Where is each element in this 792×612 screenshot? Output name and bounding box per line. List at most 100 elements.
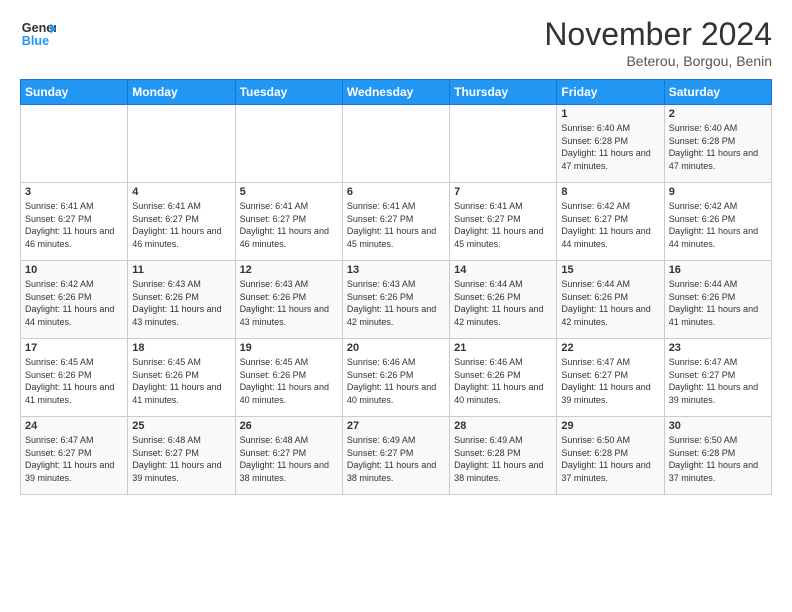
- weekday-header-thursday: Thursday: [450, 80, 557, 105]
- day-info: Sunrise: 6:41 AM Sunset: 6:27 PM Dayligh…: [25, 200, 123, 250]
- day-number: 21: [454, 342, 552, 354]
- day-number: 23: [669, 342, 767, 354]
- week-row-1: 1 Sunrise: 6:40 AM Sunset: 6:28 PM Daylig…: [21, 105, 772, 183]
- day-info: Sunrise: 6:49 AM Sunset: 6:28 PM Dayligh…: [454, 434, 552, 484]
- day-cell: [235, 105, 342, 183]
- day-number: 3: [25, 186, 123, 198]
- day-number: 28: [454, 420, 552, 432]
- day-info: Sunrise: 6:44 AM Sunset: 6:26 PM Dayligh…: [454, 278, 552, 328]
- day-cell: 23 Sunrise: 6:47 AM Sunset: 6:27 PM Dayli…: [664, 339, 771, 417]
- day-info: Sunrise: 6:49 AM Sunset: 6:27 PM Dayligh…: [347, 434, 445, 484]
- day-cell: 16 Sunrise: 6:44 AM Sunset: 6:26 PM Dayli…: [664, 261, 771, 339]
- day-info: Sunrise: 6:45 AM Sunset: 6:26 PM Dayligh…: [240, 356, 338, 406]
- title-block: November 2024 Beterou, Borgou, Benin: [544, 16, 772, 69]
- day-cell: 26 Sunrise: 6:48 AM Sunset: 6:27 PM Dayli…: [235, 417, 342, 495]
- day-cell: 13 Sunrise: 6:43 AM Sunset: 6:26 PM Dayli…: [342, 261, 449, 339]
- day-cell: 22 Sunrise: 6:47 AM Sunset: 6:27 PM Dayli…: [557, 339, 664, 417]
- day-number: 14: [454, 264, 552, 276]
- calendar-page: General Blue November 2024 Beterou, Borg…: [0, 0, 792, 505]
- day-cell: 6Sunrise: 6:41 AM Sunset: 6:27 PM Daylig…: [342, 183, 449, 261]
- day-number: 20: [347, 342, 445, 354]
- day-info: Sunrise: 6:41 AM Sunset: 6:27 PM Dayligh…: [132, 200, 230, 250]
- day-cell: 8 Sunrise: 6:42 AM Sunset: 6:27 PM Daylig…: [557, 183, 664, 261]
- day-cell: [342, 105, 449, 183]
- day-info: Sunrise: 6:41 AM Sunset: 6:27 PM Dayligh…: [454, 200, 552, 250]
- day-number: 7: [454, 186, 552, 198]
- day-cell: [128, 105, 235, 183]
- day-number: 27: [347, 420, 445, 432]
- day-number: 25: [132, 420, 230, 432]
- day-info: Sunrise: 6:48 AM Sunset: 6:27 PM Dayligh…: [240, 434, 338, 484]
- day-info: Sunrise: 6:46 AM Sunset: 6:26 PM Dayligh…: [347, 356, 445, 406]
- day-number: 8: [561, 186, 659, 198]
- day-number: 6: [347, 186, 445, 198]
- weekday-header-saturday: Saturday: [664, 80, 771, 105]
- day-info: Sunrise: 6:44 AM Sunset: 6:26 PM Dayligh…: [561, 278, 659, 328]
- day-cell: 2 Sunrise: 6:40 AM Sunset: 6:28 PM Daylig…: [664, 105, 771, 183]
- day-number: 24: [25, 420, 123, 432]
- day-cell: 19 Sunrise: 6:45 AM Sunset: 6:26 PM Dayli…: [235, 339, 342, 417]
- day-cell: [450, 105, 557, 183]
- day-number: 13: [347, 264, 445, 276]
- day-number: 11: [132, 264, 230, 276]
- day-number: 1: [561, 108, 659, 120]
- day-cell: 27 Sunrise: 6:49 AM Sunset: 6:27 PM Dayli…: [342, 417, 449, 495]
- week-row-5: 24 Sunrise: 6:47 AM Sunset: 6:27 PM Dayli…: [21, 417, 772, 495]
- day-number: 19: [240, 342, 338, 354]
- day-info: Sunrise: 6:45 AM Sunset: 6:26 PM Dayligh…: [25, 356, 123, 406]
- day-info: Sunrise: 6:46 AM Sunset: 6:26 PM Dayligh…: [454, 356, 552, 406]
- day-number: 5: [240, 186, 338, 198]
- day-number: 26: [240, 420, 338, 432]
- day-number: 22: [561, 342, 659, 354]
- day-info: Sunrise: 6:40 AM Sunset: 6:28 PM Dayligh…: [561, 122, 659, 172]
- week-row-4: 17 Sunrise: 6:45 AM Sunset: 6:26 PM Dayli…: [21, 339, 772, 417]
- day-info: Sunrise: 6:42 AM Sunset: 6:27 PM Dayligh…: [561, 200, 659, 250]
- weekday-header-sunday: Sunday: [21, 80, 128, 105]
- day-number: 2: [669, 108, 767, 120]
- day-cell: 17 Sunrise: 6:45 AM Sunset: 6:26 PM Dayli…: [21, 339, 128, 417]
- day-number: 29: [561, 420, 659, 432]
- day-info: Sunrise: 6:43 AM Sunset: 6:26 PM Dayligh…: [347, 278, 445, 328]
- day-cell: 25Sunrise: 6:48 AM Sunset: 6:27 PM Dayli…: [128, 417, 235, 495]
- day-cell: 7 Sunrise: 6:41 AM Sunset: 6:27 PM Daylig…: [450, 183, 557, 261]
- location: Beterou, Borgou, Benin: [544, 53, 772, 69]
- day-number: 17: [25, 342, 123, 354]
- day-cell: 9 Sunrise: 6:42 AM Sunset: 6:26 PM Daylig…: [664, 183, 771, 261]
- day-cell: 11Sunrise: 6:43 AM Sunset: 6:26 PM Dayli…: [128, 261, 235, 339]
- day-cell: [21, 105, 128, 183]
- calendar-header: SundayMondayTuesdayWednesdayThursdayFrid…: [21, 80, 772, 105]
- header: General Blue November 2024 Beterou, Borg…: [20, 16, 772, 69]
- day-info: Sunrise: 6:45 AM Sunset: 6:26 PM Dayligh…: [132, 356, 230, 406]
- day-cell: 4 Sunrise: 6:41 AM Sunset: 6:27 PM Daylig…: [128, 183, 235, 261]
- day-info: Sunrise: 6:50 AM Sunset: 6:28 PM Dayligh…: [669, 434, 767, 484]
- day-number: 15: [561, 264, 659, 276]
- week-row-3: 10Sunrise: 6:42 AM Sunset: 6:26 PM Dayli…: [21, 261, 772, 339]
- day-cell: 1 Sunrise: 6:40 AM Sunset: 6:28 PM Daylig…: [557, 105, 664, 183]
- logo-icon: General Blue: [20, 16, 56, 52]
- day-number: 16: [669, 264, 767, 276]
- day-cell: 29Sunrise: 6:50 AM Sunset: 6:28 PM Dayli…: [557, 417, 664, 495]
- day-number: 10: [25, 264, 123, 276]
- day-cell: 15 Sunrise: 6:44 AM Sunset: 6:26 PM Dayli…: [557, 261, 664, 339]
- day-info: Sunrise: 6:47 AM Sunset: 6:27 PM Dayligh…: [561, 356, 659, 406]
- day-info: Sunrise: 6:40 AM Sunset: 6:28 PM Dayligh…: [669, 122, 767, 172]
- day-info: Sunrise: 6:44 AM Sunset: 6:26 PM Dayligh…: [669, 278, 767, 328]
- day-cell: 3 Sunrise: 6:41 AM Sunset: 6:27 PM Daylig…: [21, 183, 128, 261]
- month-title: November 2024: [544, 16, 772, 53]
- day-info: Sunrise: 6:47 AM Sunset: 6:27 PM Dayligh…: [25, 434, 123, 484]
- weekday-row: SundayMondayTuesdayWednesdayThursdayFrid…: [21, 80, 772, 105]
- calendar-table: SundayMondayTuesdayWednesdayThursdayFrid…: [20, 79, 772, 495]
- day-number: 4: [132, 186, 230, 198]
- day-cell: 18Sunrise: 6:45 AM Sunset: 6:26 PM Dayli…: [128, 339, 235, 417]
- weekday-header-friday: Friday: [557, 80, 664, 105]
- day-number: 9: [669, 186, 767, 198]
- day-number: 12: [240, 264, 338, 276]
- weekday-header-tuesday: Tuesday: [235, 80, 342, 105]
- day-info: Sunrise: 6:42 AM Sunset: 6:26 PM Dayligh…: [669, 200, 767, 250]
- day-cell: 12 Sunrise: 6:43 AM Sunset: 6:26 PM Dayli…: [235, 261, 342, 339]
- day-info: Sunrise: 6:43 AM Sunset: 6:26 PM Dayligh…: [240, 278, 338, 328]
- svg-text:Blue: Blue: [22, 34, 49, 48]
- day-info: Sunrise: 6:47 AM Sunset: 6:27 PM Dayligh…: [669, 356, 767, 406]
- day-cell: 20 Sunrise: 6:46 AM Sunset: 6:26 PM Dayli…: [342, 339, 449, 417]
- logo: General Blue: [20, 16, 56, 52]
